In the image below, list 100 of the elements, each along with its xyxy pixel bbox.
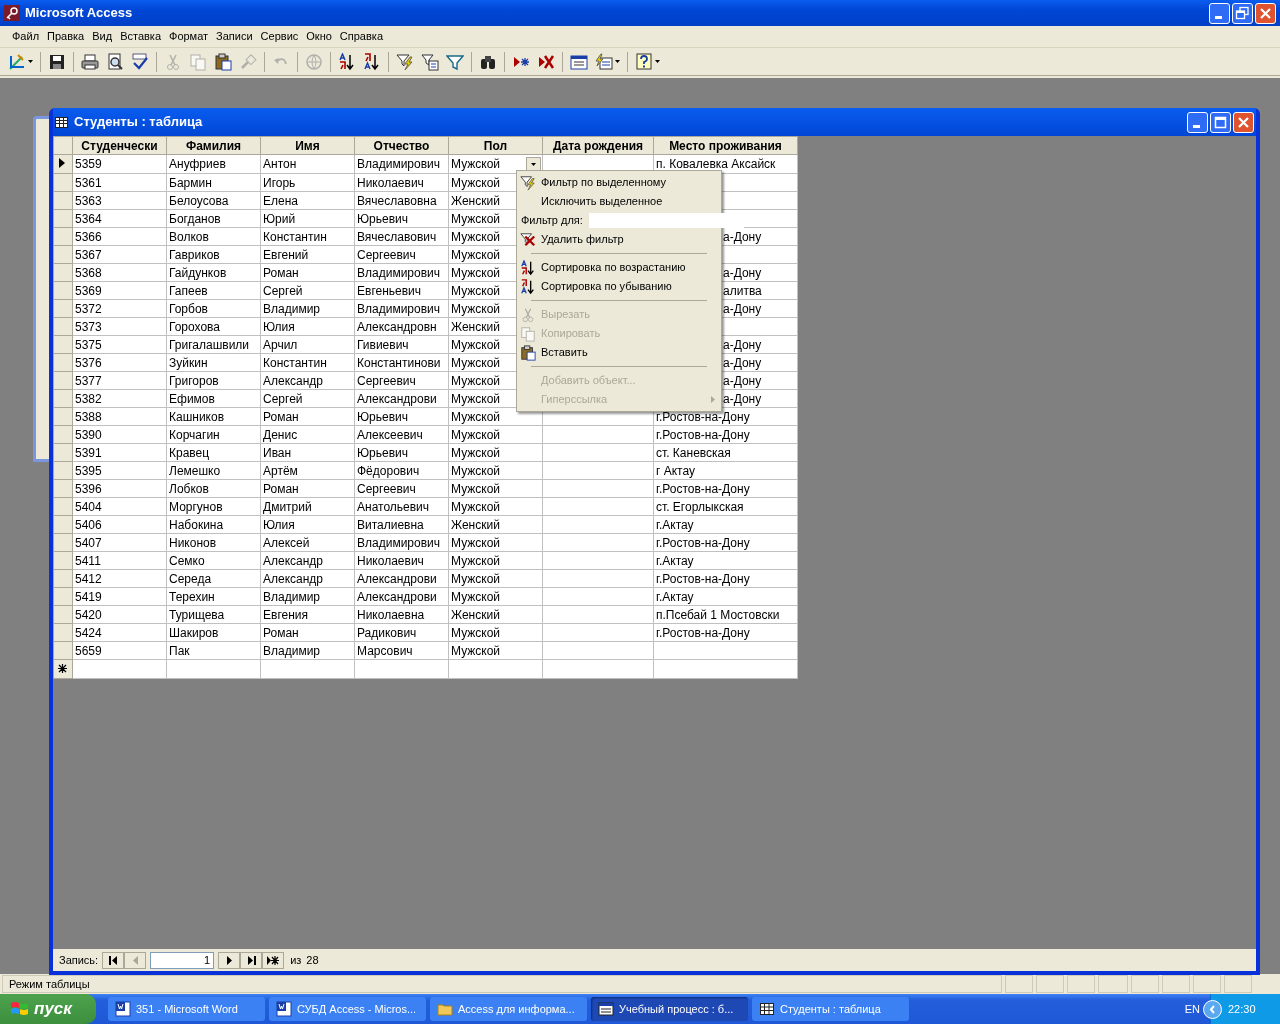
current-record-icon (59, 158, 65, 168)
minimize-icon (1214, 15, 1222, 19)
column-header[interactable]: Фамилия (166, 136, 261, 155)
menu-item[interactable]: Сервис (256, 27, 303, 46)
last-record-button[interactable] (240, 951, 263, 969)
table-cell: а-Дону (723, 354, 762, 371)
help-button[interactable] (633, 50, 662, 73)
table-cell: 5375 (75, 336, 102, 353)
word-document-icon (115, 1001, 131, 1017)
minimize-button[interactable] (1209, 2, 1230, 24)
column-header[interactable]: Отчество (354, 136, 449, 155)
restore-button[interactable] (1232, 2, 1253, 24)
table-cell: Владимирович (357, 534, 440, 551)
taskbar-button[interactable]: 351 - Microsoft Word (108, 997, 265, 1021)
table-cell: г.Ростов-на-Дону (656, 624, 750, 641)
table-cell: Александр (263, 372, 324, 389)
sort-descending-icon (520, 278, 536, 295)
next-record-button[interactable] (218, 951, 241, 969)
table-cell: Григоров (169, 372, 219, 389)
table-cell: Мужской (451, 354, 501, 371)
scissors-icon (164, 52, 182, 71)
minimize-button[interactable] (1187, 111, 1208, 133)
table-cell: Сергей (263, 390, 303, 407)
menu-item[interactable]: Вид (88, 27, 117, 46)
close-button[interactable] (1255, 2, 1276, 24)
paste-button[interactable] (212, 50, 234, 73)
table-cell: Александрови (357, 390, 437, 407)
table-cell: Корчагин (169, 426, 220, 443)
table-cell: Лобков (169, 480, 209, 497)
table-cell: Женский (451, 192, 500, 209)
taskbar-button[interactable]: Студенты : таблица (752, 997, 909, 1021)
table-cell: 5396 (75, 480, 102, 497)
menu-item[interactable]: Записи (212, 27, 257, 46)
language-indicator[interactable]: EN (1184, 1000, 1200, 1018)
table-cell: Александрови (357, 570, 437, 587)
table-cell: 5395 (75, 462, 102, 479)
menu-item[interactable]: Сортировка по убыванию (517, 277, 721, 296)
table-cell: г.Ростов-на-Дону (656, 570, 750, 587)
table-cell: Белоусова (169, 192, 229, 209)
menu-item[interactable]: Правка (43, 27, 89, 46)
menu-item[interactable]: Файл (8, 27, 44, 46)
table-cell: п. Ковалевка Аксайск (656, 156, 776, 172)
remove-filter-icon (520, 231, 536, 248)
table-cell: Константинови (357, 354, 441, 371)
table-cell: 5419 (75, 588, 102, 605)
table-cell: Женский (451, 516, 500, 533)
column-header[interactable]: Студенчески (72, 136, 167, 155)
menu-item[interactable]: Вставка (116, 27, 165, 46)
table-cell: Николаевич (357, 552, 424, 569)
close-icon (1258, 5, 1273, 21)
filter-for-field[interactable] (588, 213, 744, 228)
record-number-field[interactable]: 1 (150, 951, 215, 969)
table-cell: а-Дону (723, 300, 762, 317)
table-cell: Константин (263, 228, 327, 245)
table-cell: Турищева (169, 606, 225, 623)
taskbar-button[interactable]: СУБД Access - Micros... (269, 997, 426, 1021)
taskbar-button[interactable]: Access для информа... (430, 997, 587, 1021)
table-cell: Владимир (263, 642, 320, 659)
table-cell: Дмитрий (263, 498, 312, 515)
menu-item[interactable]: Фильтр по выделенному (517, 173, 721, 192)
new-row-icon (58, 664, 67, 673)
table-cell: Роман (263, 480, 299, 497)
table-cell: Арчил (263, 336, 298, 353)
minimize-icon (1192, 124, 1200, 128)
show-hidden-icons-button[interactable] (1203, 999, 1222, 1019)
table-cell: Сергеевич (357, 246, 416, 263)
first-record-button[interactable] (102, 951, 125, 969)
close-button[interactable] (1233, 111, 1254, 133)
menu-item[interactable]: Справка (335, 27, 387, 46)
menu-item[interactable]: Окно (302, 27, 336, 46)
chevron-left-icon (1209, 1004, 1216, 1014)
menu-item[interactable]: Вставить (517, 343, 721, 362)
new-record-button[interactable] (262, 951, 285, 969)
table-cell: а-Дону (723, 336, 762, 353)
taskbar-button[interactable]: Учебный процесс : б... (591, 997, 748, 1021)
menu-item[interactable]: Формат (165, 27, 213, 46)
column-header[interactable]: Дата рождения (542, 136, 654, 155)
table-cell: Зуйкин (169, 354, 208, 371)
table-cell: 5420 (75, 606, 102, 623)
maximize-icon (1213, 114, 1228, 130)
table-cell: Владимир (263, 300, 320, 317)
column-header[interactable]: Имя (260, 136, 355, 155)
menu-item[interactable]: Исключить выделенное (517, 192, 721, 211)
table-cell: 5372 (75, 300, 102, 317)
column-header[interactable]: Пол (448, 136, 543, 155)
new-object-button[interactable] (593, 50, 622, 73)
table-cell: Женский (451, 606, 500, 623)
column-header[interactable]: Место проживания (653, 136, 798, 155)
table-cell: Николаевна (357, 606, 425, 623)
start-button[interactable]: пуск (0, 994, 96, 1024)
table-cell: Мужской (451, 282, 501, 299)
maximize-button[interactable] (1210, 111, 1231, 133)
caret-icon (655, 60, 660, 63)
filter-form-icon (421, 52, 439, 71)
menu-item[interactable]: Сортировка по возрастанию (517, 258, 721, 277)
globe-icon (305, 52, 323, 71)
table-cell: Шакиров (169, 624, 219, 641)
table-cell: г Актау (656, 462, 695, 479)
table-cell: 5359 (75, 156, 102, 172)
menu-item[interactable]: Удалить фильтр (517, 230, 721, 249)
